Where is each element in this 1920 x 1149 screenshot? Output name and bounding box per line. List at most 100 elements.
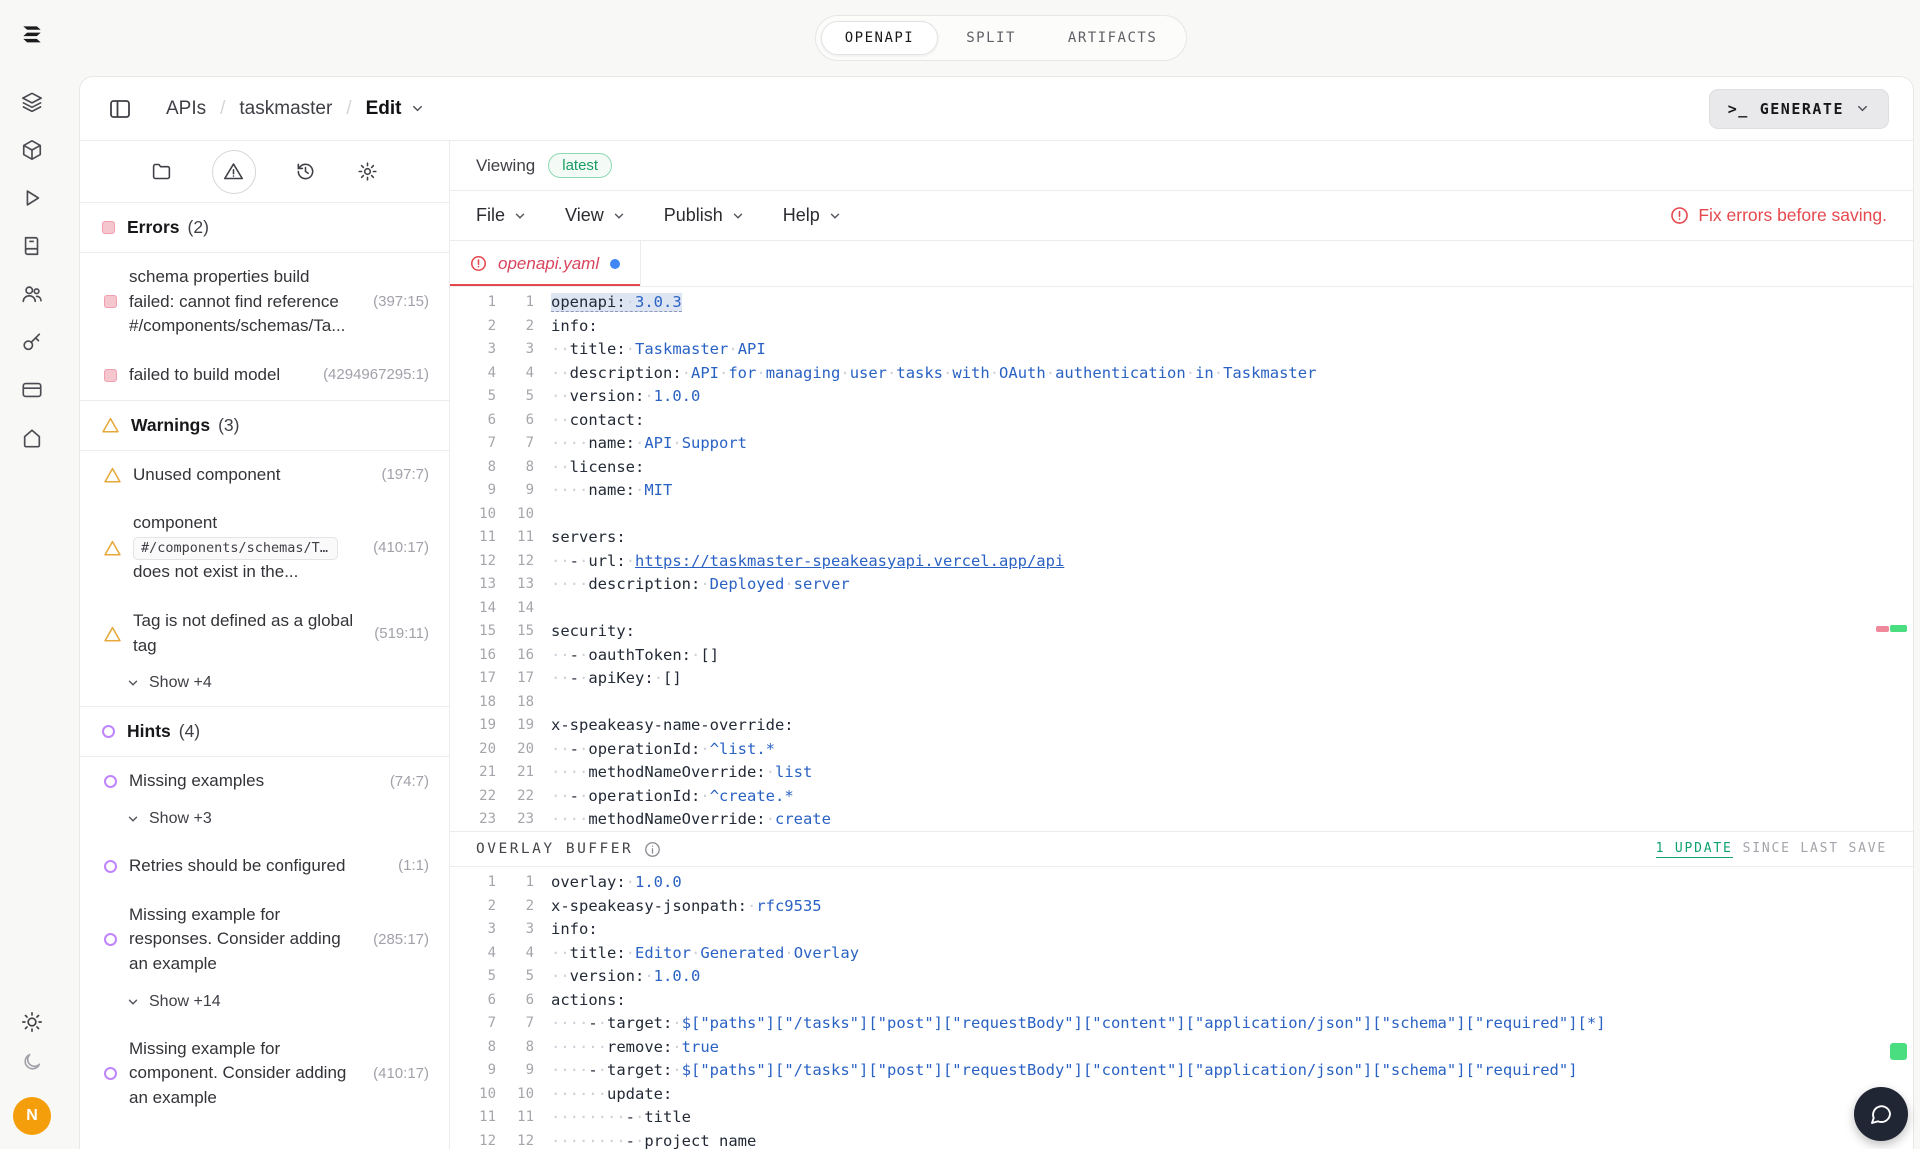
code-line[interactable]: 55··version:·1.0.0 [450, 385, 1913, 409]
light-theme-icon[interactable] [21, 1011, 43, 1033]
code-text[interactable]: ··description:·API·for·managing·user·tas… [551, 362, 1913, 386]
diagnostics-icon[interactable] [212, 150, 256, 194]
code-text[interactable]: ········-·title [551, 1106, 1913, 1130]
code-line[interactable]: 99····-·target:·$["paths"]["/tasks"]["po… [450, 1059, 1913, 1083]
user-avatar[interactable]: N [13, 1097, 51, 1135]
code-text[interactable]: ····name:·MIT [551, 479, 1913, 503]
code-text[interactable] [551, 597, 1913, 621]
code-line[interactable]: 1919x-speakeasy-name-override: [450, 714, 1913, 738]
menu-publish[interactable]: Publish [664, 205, 745, 226]
code-text[interactable]: x-speakeasy-jsonpath:·rfc9535 [551, 895, 1913, 919]
code-text[interactable]: ··license: [551, 456, 1913, 480]
info-icon[interactable] [644, 841, 661, 858]
tab-artifacts[interactable]: ARTIFACTS [1044, 21, 1181, 55]
docs-icon[interactable] [20, 234, 44, 258]
hint-item[interactable]: Missing example for responses. Consider … [80, 891, 449, 989]
code-line[interactable]: 33info: [450, 918, 1913, 942]
code-text[interactable]: openapi:·3.0.3 [551, 291, 1913, 315]
code-text[interactable]: ··version:·1.0.0 [551, 385, 1913, 409]
code-line[interactable]: 88··license: [450, 456, 1913, 480]
warning-item[interactable]: Unused component (197:7) [80, 451, 449, 500]
code-text[interactable]: ····-·target:·$["paths"]["/tasks"]["post… [551, 1012, 1913, 1036]
hint-item[interactable]: Missing example for component. Consider … [80, 1025, 449, 1123]
files-icon[interactable] [150, 160, 174, 184]
chat-button[interactable] [1854, 1087, 1908, 1141]
code-line[interactable]: 99····name:·MIT [450, 479, 1913, 503]
code-line[interactable]: 1717··-·apiKey:·[] [450, 667, 1913, 691]
code-text[interactable]: ······remove:·true [551, 1036, 1913, 1060]
dark-theme-icon[interactable] [21, 1051, 43, 1073]
code-text[interactable]: actions: [551, 989, 1913, 1013]
history-icon[interactable] [294, 160, 318, 184]
code-text[interactable]: ······update: [551, 1083, 1913, 1107]
code-line[interactable]: 1515security: [450, 620, 1913, 644]
api-keys-icon[interactable] [20, 330, 44, 354]
show-more-hints-2[interactable]: Show +14 [80, 989, 449, 1025]
code-text[interactable]: ··contact: [551, 409, 1913, 433]
code-text[interactable]: ····name:·API·Support [551, 432, 1913, 456]
error-item[interactable]: schema properties build failed: cannot f… [80, 253, 449, 351]
code-line[interactable]: 2323····methodNameOverride:·create [450, 808, 1913, 831]
code-text[interactable]: ····description:·Deployed·server [551, 573, 1913, 597]
code-line[interactable]: 22x-speakeasy-jsonpath:·rfc9535 [450, 895, 1913, 919]
package-icon[interactable] [20, 138, 44, 162]
code-line[interactable]: 77····-·target:·$["paths"]["/tasks"]["po… [450, 1012, 1913, 1036]
code-line[interactable]: 55··version:·1.0.0 [450, 965, 1913, 989]
code-line[interactable]: 1111servers: [450, 526, 1913, 550]
settings-icon[interactable] [356, 160, 380, 184]
code-line[interactable]: 66··contact: [450, 409, 1913, 433]
code-text[interactable]: ····methodNameOverride:·create [551, 808, 1913, 831]
code-text[interactable]: ··-·operationId:·^create.* [551, 785, 1913, 809]
version-badge[interactable]: latest [548, 153, 612, 178]
hint-item[interactable]: Retries should be configured (1:1) [80, 842, 449, 891]
code-line[interactable]: 33··title:·Taskmaster·API [450, 338, 1913, 362]
home-icon[interactable] [20, 426, 44, 450]
code-line[interactable]: 1313····description:·Deployed·server [450, 573, 1913, 597]
menu-file[interactable]: File [476, 205, 527, 226]
code-text[interactable] [551, 691, 1913, 715]
code-text[interactable]: info: [551, 315, 1913, 339]
code-text[interactable]: ··title:·Taskmaster·API [551, 338, 1913, 362]
code-text[interactable]: servers: [551, 526, 1913, 550]
code-line[interactable]: 66actions: [450, 989, 1913, 1013]
error-item[interactable]: failed to build model (4294967295:1) [80, 351, 449, 400]
breadcrumb-apis[interactable]: APIs [166, 98, 206, 120]
code-line[interactable]: 1212··-·url:·https://taskmaster-speakeas… [450, 550, 1913, 574]
show-more-hints-1[interactable]: Show +3 [80, 806, 449, 842]
code-text[interactable]: info: [551, 918, 1913, 942]
code-line[interactable]: 1414 [450, 597, 1913, 621]
code-line[interactable]: 2121····methodNameOverride:·list [450, 761, 1913, 785]
code-text[interactable]: ··title:·Editor·Generated·Overlay [551, 942, 1913, 966]
openapi-editor[interactable]: 11openapi:·3.0.322info:33··title:·Taskma… [450, 287, 1913, 831]
hint-item[interactable]: Missing examples (74:7) [80, 757, 449, 806]
code-text[interactable]: security: [551, 620, 1913, 644]
code-text[interactable]: ····methodNameOverride:·list [551, 761, 1913, 785]
code-line[interactable]: 77····name:·API·Support [450, 432, 1913, 456]
code-line[interactable]: 2222··-·operationId:·^create.* [450, 785, 1913, 809]
tab-split[interactable]: SPLIT [942, 21, 1040, 55]
code-text[interactable]: ····-·target:·$["paths"]["/tasks"]["post… [551, 1059, 1913, 1083]
code-line[interactable]: 1010 [450, 503, 1913, 527]
code-line[interactable]: 1010······update: [450, 1083, 1913, 1107]
overlay-editor[interactable]: 11overlay:·1.0.022x-speakeasy-jsonpath:·… [450, 867, 1913, 1149]
code-line[interactable]: 1818 [450, 691, 1913, 715]
breadcrumb-edit-dropdown[interactable]: Edit [366, 98, 425, 120]
code-text[interactable]: ··-·oauthToken:·[] [551, 644, 1913, 668]
code-line[interactable]: 11openapi:·3.0.3 [450, 291, 1913, 315]
code-text[interactable]: ··version:·1.0.0 [551, 965, 1913, 989]
menu-view[interactable]: View [565, 205, 626, 226]
code-line[interactable]: 44··description:·API·for·managing·user·t… [450, 362, 1913, 386]
code-text[interactable]: ··-·operationId:·^list.* [551, 738, 1913, 762]
users-icon[interactable] [20, 282, 44, 306]
menu-help[interactable]: Help [783, 205, 842, 226]
code-text[interactable]: overlay:·1.0.0 [551, 871, 1913, 895]
tab-openapi-yaml[interactable]: openapi.yaml [450, 241, 641, 286]
billing-icon[interactable] [20, 378, 44, 402]
speakeasy-logo-icon[interactable] [19, 22, 45, 48]
code-line[interactable]: 1616··-·oauthToken:·[] [450, 644, 1913, 668]
tab-openapi[interactable]: OPENAPI [821, 21, 939, 55]
layers-icon[interactable] [20, 90, 44, 114]
code-line[interactable]: 22info: [450, 315, 1913, 339]
show-more-warnings[interactable]: Show +4 [80, 670, 449, 706]
code-text[interactable]: ··-·apiKey:·[] [551, 667, 1913, 691]
